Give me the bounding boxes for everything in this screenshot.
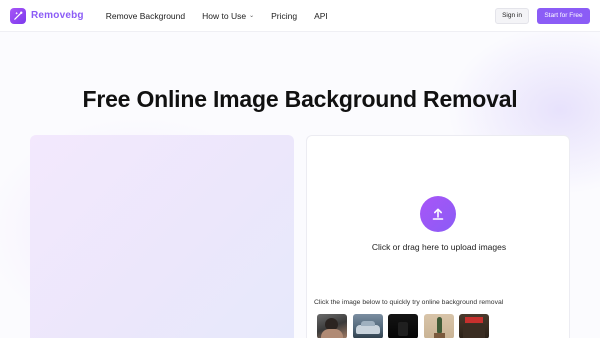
main-nav: Remove Background How to Use ⌄ Pricing A… [106, 11, 345, 21]
header-actions: Sign in Start for Free [495, 7, 590, 24]
upload-card: Click or drag here to upload images Clic… [306, 135, 570, 338]
cactus-shape [436, 317, 442, 334]
upload-prompt: Click or drag here to upload images [371, 242, 507, 252]
preview-panel [30, 135, 294, 338]
product-body-shape [463, 324, 485, 338]
brand-logo-icon [10, 7, 26, 24]
page-title: Free Online Image Background Removal [82, 86, 518, 112]
product-shape [465, 317, 483, 323]
nav-remove-background-label: Remove Background [105, 10, 186, 21]
pot-shape [433, 333, 445, 338]
nav-api[interactable]: API [314, 11, 328, 21]
sample-image-dark-object[interactable] [388, 314, 418, 338]
sample-image-product[interactable] [459, 314, 489, 338]
nav-pricing[interactable]: Pricing [271, 11, 297, 21]
sample-images-list [317, 314, 495, 338]
car-shape [355, 325, 380, 334]
sample-image-car[interactable] [352, 314, 383, 338]
nav-pricing-label: Pricing [271, 10, 298, 21]
top-navigation-bar: Removebg Remove Background How to Use ⌄ … [0, 0, 600, 32]
upload-drop-zone[interactable]: Click or drag here to upload images [307, 136, 571, 286]
start-for-free-button[interactable]: Start for Free [537, 7, 590, 24]
nav-how-to-use-label: How to Use [202, 10, 247, 21]
sample-image-person[interactable] [317, 314, 347, 338]
object-shape [398, 322, 408, 336]
chevron-down-icon: ⌄ [249, 13, 255, 19]
sample-images-hint: Click the image below to quickly try onl… [314, 299, 504, 306]
nav-how-to-use[interactable]: How to Use ⌄ [202, 11, 254, 21]
person-body-shape [321, 329, 343, 338]
brand-name: Removebg [31, 10, 84, 21]
brand-logo[interactable]: Removebg [10, 7, 84, 24]
sample-image-plant[interactable] [423, 314, 454, 338]
nav-api-label: API [314, 10, 328, 21]
sign-in-button[interactable]: Sign in [495, 7, 529, 24]
nav-remove-background[interactable]: Remove Background [106, 11, 185, 21]
upload-arrow-icon[interactable] [420, 196, 456, 232]
car-window-shape [360, 321, 375, 326]
